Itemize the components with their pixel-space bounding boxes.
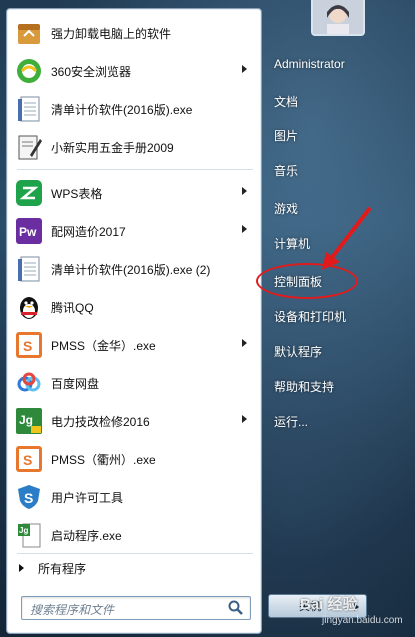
divider — [17, 553, 253, 554]
search-icon[interactable] — [228, 600, 244, 616]
svg-text:Jg: Jg — [19, 526, 28, 535]
search-input[interactable]: 搜索程序和文件 — [21, 596, 251, 620]
program-item[interactable]: 清单计价软件(2016版).exe (2) — [7, 250, 261, 288]
svg-text:S: S — [24, 490, 33, 506]
program-item[interactable]: 360安全浏览器 — [7, 52, 261, 90]
360-browser-icon — [15, 57, 43, 85]
pmss-orange-icon: S — [15, 445, 43, 473]
program-item[interactable]: S PMSS（衢州）.exe — [7, 440, 261, 478]
baidu-cloud-icon — [15, 369, 43, 397]
right-item-user[interactable]: Administrator — [274, 57, 345, 71]
program-item[interactable]: 清单计价软件(2016版).exe — [7, 90, 261, 128]
programs-pane: 强力卸载电脑上的软件 360安全浏览器 清单计价软件(2016版).exe 小新… — [6, 8, 262, 634]
document-exe-icon — [15, 95, 43, 123]
jg-doc-icon: Jg — [15, 521, 43, 549]
right-item-games[interactable]: 游戏 — [274, 200, 298, 217]
pmss-orange-icon: S — [15, 331, 43, 359]
program-item[interactable]: 小新实用五金手册2009 — [7, 128, 261, 166]
right-item-default-programs[interactable]: 默认程序 — [274, 343, 322, 360]
notebook-pen-icon — [15, 133, 43, 161]
program-item[interactable]: S 用户许可工具 — [7, 478, 261, 516]
right-item-music[interactable]: 音乐 — [274, 162, 298, 179]
submenu-arrow-icon[interactable] — [242, 415, 247, 423]
document-exe-icon — [15, 255, 43, 283]
submenu-arrow-icon[interactable] — [242, 339, 247, 347]
watermark: Bai 经验 — [300, 596, 358, 613]
program-item[interactable]: Jg 电力技改检修2016 — [7, 402, 261, 440]
wps-spreadsheet-icon — [15, 179, 43, 207]
program-item[interactable]: S PMSS（金华）.exe — [7, 326, 261, 364]
right-item-run[interactable]: 运行... — [274, 413, 308, 430]
svg-text:S: S — [23, 452, 32, 468]
annotation-arrow-icon — [322, 206, 372, 270]
program-item[interactable]: Jg 启动程序.exe — [7, 516, 261, 554]
submenu-arrow-icon[interactable] — [242, 65, 247, 73]
program-item[interactable]: 百度网盘 — [7, 364, 261, 402]
svg-text:S: S — [23, 338, 32, 354]
right-item-help-support[interactable]: 帮助和支持 — [274, 378, 334, 395]
shield-s-icon: S — [15, 483, 43, 511]
right-item-pictures[interactable]: 图片 — [274, 127, 298, 144]
right-item-documents[interactable]: 文档 — [274, 93, 298, 110]
svg-text:Jg: Jg — [19, 413, 33, 427]
program-item[interactable]: 强力卸载电脑上的软件 — [7, 14, 261, 52]
program-item[interactable]: Pw 配网造价2017 — [7, 212, 261, 250]
jg-green-icon: Jg — [15, 407, 43, 435]
program-item[interactable]: WPS表格 — [7, 174, 261, 212]
watermark-url: jingyan.baidu.com — [322, 615, 403, 626]
submenu-arrow-icon[interactable] — [242, 225, 247, 233]
user-avatar[interactable] — [311, 0, 365, 36]
uninstaller-box-icon — [15, 19, 43, 47]
all-programs-button[interactable]: 所有程序 — [7, 556, 261, 580]
svg-text:Pw: Pw — [19, 225, 37, 239]
submenu-arrow-icon[interactable] — [242, 187, 247, 195]
program-item[interactable]: 腾讯QQ — [7, 288, 261, 326]
qq-penguin-icon — [15, 293, 43, 321]
divider — [17, 169, 253, 170]
pw-purple-icon: Pw — [15, 217, 43, 245]
right-item-devices-printers[interactable]: 设备和打印机 — [274, 308, 346, 325]
expand-arrow-icon — [19, 564, 24, 572]
